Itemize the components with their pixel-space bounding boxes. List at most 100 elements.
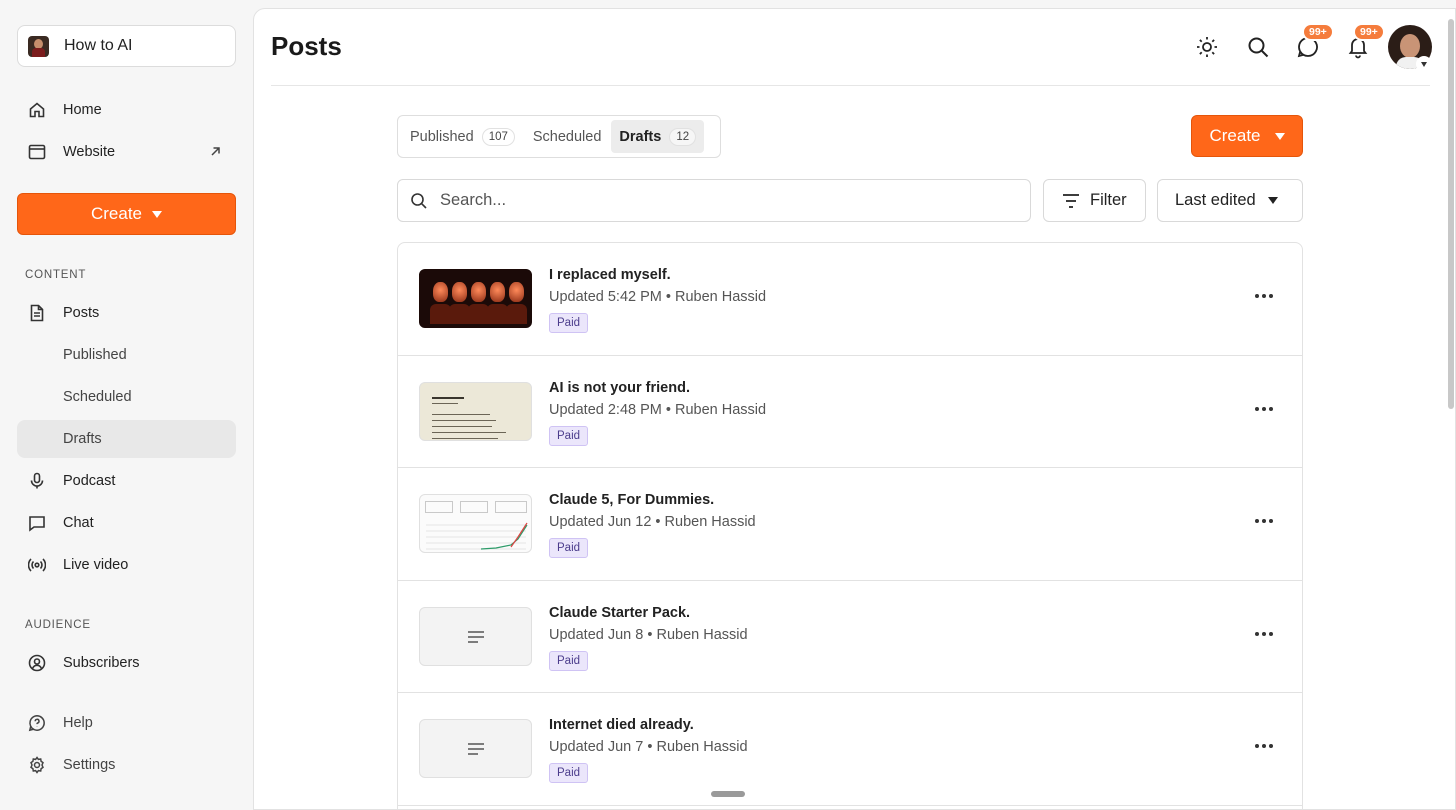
post-thumbnail [419, 719, 532, 778]
sidebar-item-label: Website [63, 144, 116, 160]
chevron-down-icon [152, 210, 163, 218]
settings-icon [30, 756, 44, 774]
main-panel: Posts 99+ 99+ Published 107 Scheduled Dr… [253, 8, 1456, 810]
sidebar-item-label: Scheduled [63, 389, 132, 405]
sidebar-item-published[interactable]: Published [17, 336, 236, 374]
more-icon[interactable] [1254, 291, 1274, 301]
more-icon[interactable] [1254, 516, 1274, 526]
sun-icon[interactable] [1195, 35, 1219, 59]
live-icon [28, 558, 46, 572]
search-icon [411, 193, 427, 209]
paid-badge: Paid [549, 538, 589, 558]
sidebar-item-label: Chat [63, 515, 94, 531]
subscribers-icon [28, 654, 46, 672]
sidebar-item-podcast[interactable]: Podcast [17, 462, 236, 500]
sidebar-item-label: Posts [63, 305, 100, 321]
sidebar-item-drafts[interactable]: Drafts [17, 420, 236, 458]
list-item[interactable]: I replaced myself. Updated 5:42 PM • Rub… [398, 243, 1302, 356]
paid-badge: Paid [549, 650, 589, 671]
sidebar: How to AI Home Website Create CONTENT Po… [0, 0, 253, 810]
search-field[interactable] [397, 179, 1031, 222]
tab-label: Published [410, 128, 474, 145]
sidebar-item-label: Drafts [63, 431, 102, 447]
post-title[interactable]: Claude 5, For Dummies. [549, 492, 714, 508]
post-thumbnail [419, 381, 532, 441]
list-item[interactable]: Internet died already. Updated Jun 7 • R… [398, 693, 1302, 806]
messages-badge: 99+ [1302, 23, 1334, 41]
more-icon[interactable] [1254, 741, 1274, 751]
post-title[interactable]: I replaced myself. [549, 267, 671, 283]
post-title[interactable]: Internet died already. [549, 717, 694, 733]
chevron-down-icon [1267, 197, 1278, 204]
chat-icon [29, 516, 45, 532]
sidebar-item-home[interactable]: Home [17, 91, 236, 129]
more-icon[interactable] [1254, 629, 1274, 639]
mic-icon [30, 472, 44, 489]
chevron-down-icon [1421, 61, 1427, 67]
search-icon[interactable] [1246, 35, 1270, 59]
create-button[interactable]: Create [1191, 115, 1303, 157]
scrollbar[interactable] [1448, 19, 1454, 409]
help-icon [28, 715, 45, 732]
sidebar-item-label: Podcast [63, 473, 116, 489]
notifications-badge: 99+ [1353, 23, 1385, 41]
tab-published[interactable]: Published 107 [402, 120, 523, 153]
avatar-menu-chevron-icon[interactable] [1416, 56, 1432, 72]
more-icon[interactable] [1254, 404, 1274, 414]
list-item[interactable]: Claude 5, For Dummies. Updated Jun 12 • … [398, 468, 1302, 581]
post-status-tabs: Published 107 Scheduled Drafts 12 [397, 115, 721, 158]
tab-drafts[interactable]: Drafts 12 [611, 120, 705, 153]
content-section-label: CONTENT [25, 269, 87, 281]
list-item[interactable]: AI is not your friend. Updated 2:48 PM •… [398, 356, 1302, 468]
publication-name: How to AI [64, 37, 133, 54]
tab-label: Drafts [619, 128, 662, 145]
sidebar-item-subscribers[interactable]: Subscribers [17, 644, 236, 682]
paid-badge: Paid [549, 313, 589, 333]
audience-section-label: AUDIENCE [25, 619, 91, 631]
filter-label: Filter [1090, 191, 1127, 209]
page-title: Posts [271, 31, 342, 61]
post-meta: Updated 5:42 PM • Ruben Hassid [549, 289, 767, 305]
list-item[interactable]: Claude Starter Pack. Updated Jun 8 • Rub… [398, 581, 1302, 693]
post-meta: Updated Jun 8 • Ruben Hassid [549, 626, 748, 643]
filter-icon [1063, 194, 1079, 208]
filter-button[interactable]: Filter [1043, 179, 1146, 222]
sidebar-item-scheduled[interactable]: Scheduled [17, 378, 236, 416]
sort-dropdown[interactable]: Last edited [1157, 179, 1303, 222]
publication-switcher[interactable]: How to AI [17, 25, 236, 67]
publication-logo [28, 35, 49, 57]
tab-count: 12 [669, 127, 697, 146]
chevron-down-icon [1274, 132, 1285, 140]
sidebar-item-label: Help [63, 715, 93, 731]
post-meta: Updated 2:48 PM • Ruben Hassid [549, 401, 767, 418]
post-thumbnail [419, 269, 532, 328]
text-placeholder-icon [468, 630, 484, 643]
post-title[interactable]: Claude Starter Pack. [549, 605, 690, 621]
post-meta: Updated Jun 12 • Ruben Hassid [549, 514, 756, 530]
sidebar-item-label: Home [63, 102, 102, 118]
paid-badge: Paid [549, 425, 589, 446]
search-input[interactable] [440, 191, 1030, 210]
home-icon [29, 102, 45, 118]
sidebar-item-help[interactable]: Help [17, 704, 236, 742]
post-list: I replaced myself. Updated 5:42 PM • Rub… [397, 242, 1303, 809]
create-label: Create [90, 204, 143, 223]
tab-count: 107 [481, 127, 515, 146]
sidebar-item-chat[interactable]: Chat [17, 504, 236, 542]
post-thumbnail [419, 606, 532, 666]
header-divider [271, 85, 1430, 86]
sidebar-item-website[interactable]: Website [17, 133, 236, 171]
sidebar-item-settings[interactable]: Settings [17, 746, 236, 784]
sort-label: Last edited [1175, 191, 1256, 209]
sidebar-item-label: Published [63, 347, 127, 363]
posts-icon [30, 304, 44, 322]
drag-handle[interactable] [711, 791, 745, 797]
tab-scheduled[interactable]: Scheduled [525, 120, 610, 153]
sidebar-create-button[interactable]: Create [17, 193, 236, 235]
sidebar-item-label: Subscribers [63, 655, 140, 671]
tab-label: Scheduled [532, 128, 602, 145]
post-title[interactable]: AI is not your friend. [549, 380, 690, 396]
sidebar-item-live-video[interactable]: Live video [17, 546, 236, 584]
sidebar-item-posts[interactable]: Posts [17, 294, 236, 332]
paid-badge: Paid [549, 763, 589, 783]
